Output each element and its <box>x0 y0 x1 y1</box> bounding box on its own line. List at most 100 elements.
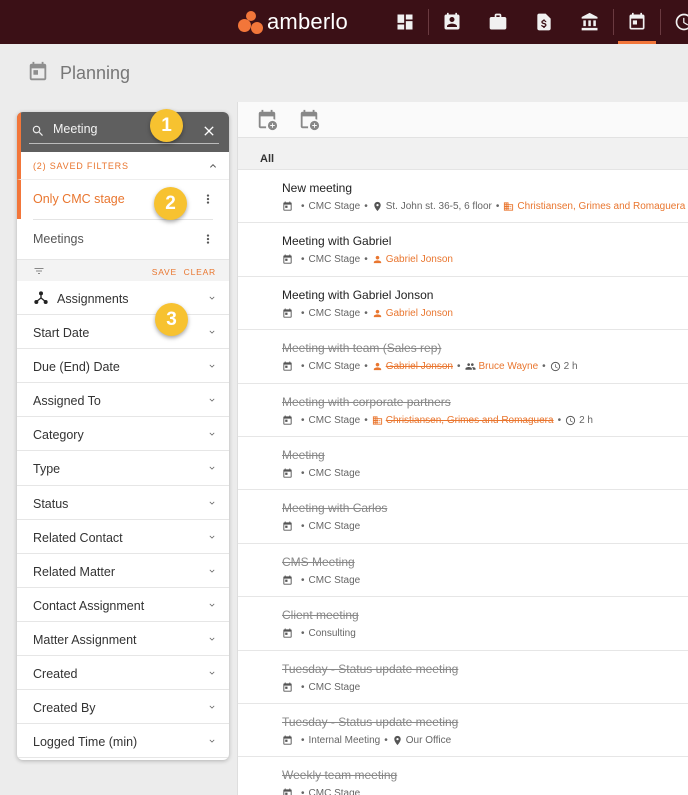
group-label: All <box>260 153 275 165</box>
meeting-type: Consulting <box>308 628 356 640</box>
meeting-contact[interactable]: Gabriel Jonson <box>386 361 453 372</box>
filter-row[interactable]: Due (End) Date <box>17 349 229 384</box>
meeting-row[interactable]: Meeting with corporate partners • CMC Stag… <box>238 384 688 437</box>
close-icon[interactable] <box>201 123 217 139</box>
clock-icon <box>550 362 560 372</box>
nav-planning[interactable] <box>614 0 660 44</box>
meeting-row[interactable]: Meeting • CMC Stage <box>238 437 688 491</box>
nav-matters[interactable] <box>475 0 521 44</box>
app-logo[interactable]: amberlo <box>238 8 348 36</box>
filter-row[interactable]: Contact Assignment <box>17 588 229 622</box>
clear-filter-button[interactable]: CLEAR <box>184 267 216 277</box>
meeting-row[interactable]: Tuesday - Status update meeting • CMC Stag… <box>238 651 688 704</box>
chevron-up-icon[interactable] <box>207 160 219 172</box>
filter-label: Created <box>33 667 78 682</box>
meeting-list: New meeting • CMC Stage • St. John st. 36-5,… <box>238 170 688 795</box>
saved-filters-header[interactable]: (2) SAVED FILTERS <box>17 152 229 180</box>
filter-row[interactable]: Related Matter <box>17 554 229 588</box>
meeting-title: Meeting with Carlos <box>282 501 388 516</box>
filter-list: Assignments Start Date Due (End) Date Assig… <box>17 281 229 759</box>
filter-label: Category <box>33 428 84 443</box>
add-task-icon[interactable] <box>298 109 320 131</box>
meeting-meta: • CMC Stage <box>282 788 360 795</box>
assignments-icon <box>34 291 48 304</box>
filter-label: Related Contact <box>33 530 123 545</box>
save-filter-button[interactable]: SAVE <box>152 267 177 277</box>
filter-row[interactable]: Category <box>17 417 229 452</box>
meeting-row[interactable]: CMS Meeting • CMC Stage <box>238 544 688 598</box>
filter-row[interactable]: Start Date <box>17 315 229 350</box>
saved-filter-label: Meetings <box>33 232 84 246</box>
saved-filter-label: Only CMC stage <box>33 192 125 206</box>
meeting-type: CMC Stage <box>308 788 361 795</box>
filter-row[interactable]: Assigned To <box>17 383 229 418</box>
meeting-meta: • Internal Meeting • Our Office <box>282 735 451 746</box>
meeting-meta: • Consulting <box>282 628 356 639</box>
nav-bank[interactable] <box>567 0 613 44</box>
nav-dashboard[interactable] <box>382 0 428 44</box>
event-icon <box>283 628 292 638</box>
saved-filters-label: (2) SAVED FILTERS <box>33 161 129 171</box>
nav-invoices[interactable] <box>521 0 567 44</box>
meeting-type: CMC Stage <box>308 681 361 693</box>
filter-row[interactable]: Created <box>17 656 229 691</box>
saved-filter-item[interactable]: Only CMC stage <box>17 180 229 219</box>
chevron-down-icon <box>209 330 215 334</box>
event-icon <box>283 361 292 371</box>
chevron-down-icon <box>209 705 215 709</box>
meeting-assignee[interactable]: Bruce Wayne <box>479 361 539 372</box>
meeting-row[interactable]: New meeting • CMC Stage • St. John st. 36-5,… <box>238 170 688 224</box>
meeting-row[interactable]: Meeting with Gabriel • CMC Stage • Gabriel J… <box>238 223 688 277</box>
filter-row[interactable]: Status <box>17 486 229 520</box>
add-event-icon[interactable] <box>256 109 278 131</box>
saved-filter-item[interactable]: Meetings <box>17 220 229 259</box>
briefcase-icon <box>489 13 507 30</box>
meeting-meta: • CMC Stage • Gabriel Jonson • Bruce Wayne • 2 … <box>282 361 578 372</box>
meeting-company[interactable]: Christiansen, Grimes and Romaguera <box>517 201 685 212</box>
nav-time[interactable] <box>661 0 688 44</box>
more-vert-icon[interactable] <box>201 232 215 246</box>
event-icon <box>283 415 292 425</box>
filter-row[interactable]: Related Contact <box>17 520 229 554</box>
chevron-down-icon <box>209 535 215 539</box>
nav-contacts[interactable] <box>429 0 475 44</box>
filter-row[interactable]: Created By <box>17 690 229 725</box>
filter-label: Contact Assignment <box>33 598 145 613</box>
meeting-type: CMC Stage <box>308 361 361 373</box>
meeting-meta: • CMC Stage • Gabriel Jonson <box>282 254 453 265</box>
filter-row[interactable]: Matter Assignment <box>17 622 229 657</box>
meeting-row[interactable]: Meeting with team (Sales rep) • CMC Stage •… <box>238 330 688 384</box>
meeting-contact[interactable]: Gabriel Jonson <box>386 308 453 319</box>
dashboard-icon <box>397 14 413 30</box>
filter-row[interactable]: Type <box>17 451 229 486</box>
event-icon <box>283 468 292 478</box>
meeting-row[interactable]: Weekly team meeting • CMC Stage <box>238 757 688 795</box>
search-area <box>17 112 229 152</box>
event-icon <box>283 575 292 585</box>
meeting-title: Meeting <box>282 447 325 462</box>
meeting-company[interactable]: Christiansen, Grimes and Romaguera <box>386 415 554 426</box>
main-nav <box>382 0 688 44</box>
person-icon <box>373 363 381 371</box>
group-icon <box>464 363 476 370</box>
meeting-row[interactable]: Client meeting • Consulting <box>238 597 688 651</box>
more-vert-icon[interactable] <box>201 192 215 206</box>
meeting-row[interactable]: Meeting with Carlos • CMC Stage <box>238 490 688 544</box>
meeting-row[interactable]: Meeting with Gabriel Jonson • CMC Stage • Ga… <box>238 277 688 331</box>
meeting-meta: • CMC Stage • St. John st. 36-5, 6 floor • Ch… <box>282 201 685 212</box>
page-header: Planning <box>0 44 688 102</box>
chevron-down-icon <box>209 364 215 368</box>
time-icon <box>675 13 688 31</box>
meeting-contact[interactable]: Gabriel Jonson <box>386 254 453 265</box>
filter-label: Logged Time (min) <box>33 735 138 750</box>
filter-row[interactable]: Assignments <box>17 281 229 316</box>
filter-row[interactable]: Logged Time (min) <box>17 724 229 759</box>
search-icon <box>32 125 43 136</box>
chevron-down-icon <box>209 501 215 505</box>
clock-icon <box>566 415 576 425</box>
meeting-type: Internal Meeting <box>308 734 381 746</box>
meeting-row[interactable]: Tuesday - Status update meeting • Internal… <box>238 704 688 758</box>
event-icon <box>283 308 292 318</box>
meeting-type: CMC Stage <box>308 254 361 266</box>
filter-panel: (2) SAVED FILTERS Only CMC stage Meeting… <box>17 112 229 760</box>
